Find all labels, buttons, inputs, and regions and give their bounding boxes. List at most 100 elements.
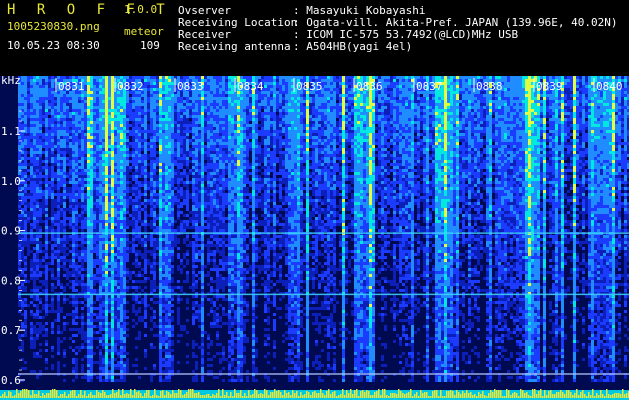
spectrogram-cell [69, 199, 72, 202]
spectrogram-cell [69, 100, 72, 103]
spectrogram-cell [48, 262, 51, 265]
spectrogram-cell [93, 79, 96, 82]
spectrogram-cell [105, 274, 108, 277]
spectrogram-cell [24, 235, 27, 238]
spectrogram-cell [111, 226, 114, 229]
spectrogram-cell [99, 163, 102, 166]
spectrogram-cell [81, 115, 84, 118]
spectrogram-cell [102, 187, 105, 190]
spectrogram-cell [60, 202, 63, 205]
spectrogram-cell [24, 157, 27, 160]
spectrogram-cell [75, 310, 78, 313]
spectrogram-cell [87, 298, 90, 301]
spectrogram-cell [78, 331, 81, 334]
spectrogram-cell [102, 121, 105, 124]
spectrogram-cell [36, 208, 39, 211]
spectrogram-cell [33, 79, 36, 82]
spectrogram-cell [48, 157, 51, 160]
spectrogram-cell [45, 163, 48, 166]
spectrogram-cell [69, 112, 72, 115]
spectrogram-cell [114, 304, 117, 307]
spectrogram-cell [90, 283, 93, 286]
spectrogram-cell [21, 148, 24, 151]
spectrogram-cell [51, 244, 54, 247]
spectrogram-cell [57, 280, 60, 283]
spectrogram-cell [96, 376, 99, 379]
spectrogram-cell [84, 166, 87, 169]
spectrogram-cell [51, 256, 54, 259]
info-row-receiver: Receiver: ICOM IC-575 53.7492(@LCD)MHz U… [178, 29, 518, 40]
spectrogram-cell [108, 118, 111, 121]
spectrogram-cell [24, 82, 27, 85]
spectrogram-cell [99, 154, 102, 157]
spectrogram-cell [72, 262, 75, 265]
spectrogram-cell [66, 190, 69, 193]
spectrogram-cell [51, 253, 54, 256]
spectrogram-cell [102, 142, 105, 145]
spectrogram-cell [99, 319, 102, 322]
spectrogram-cell [78, 205, 81, 208]
spectrogram-cell [72, 259, 75, 262]
spectrogram-cell [24, 190, 27, 193]
spectrogram-cell [72, 250, 75, 253]
spectrogram-cell [57, 262, 60, 265]
spectrogram-cell [75, 328, 78, 331]
spectrogram-cell [105, 151, 108, 154]
spectrogram-cell [96, 253, 99, 256]
spectrogram-cell [66, 133, 69, 136]
spectrogram-cell [75, 322, 78, 325]
spectrogram-cell [81, 205, 84, 208]
spectrogram-cell [18, 244, 21, 247]
spectrogram-cell [24, 298, 27, 301]
spectrogram-cell [102, 76, 105, 79]
spectrogram-cell [39, 160, 42, 163]
spectrogram-cell [48, 187, 51, 190]
spectrogram-cell [105, 118, 108, 121]
spectrogram-cell [57, 124, 60, 127]
spectrogram-cell [111, 205, 114, 208]
spectrogram-cell [57, 166, 60, 169]
spectrogram-cell [111, 220, 114, 223]
date-time: 10.05.23 08:30 [7, 40, 100, 51]
spectrogram-cell [108, 322, 111, 325]
spectrogram-cell [45, 79, 48, 82]
spectrogram-cell [33, 289, 36, 292]
spectrogram-cell [111, 148, 114, 151]
spectrogram-cell [111, 277, 114, 280]
spectrogram-cell [24, 367, 27, 370]
spectrogram-cell [24, 115, 27, 118]
spectrogram-cell [87, 109, 90, 112]
spectrogram-cell [81, 118, 84, 121]
spectrogram-cell [42, 109, 45, 112]
spectrogram-cell [105, 295, 108, 298]
spectrogram-cell [54, 178, 57, 181]
spectrogram-cell [75, 304, 78, 307]
spectrogram-cell [54, 103, 57, 106]
spectrogram-cell [78, 274, 81, 277]
spectrogram-cell [24, 277, 27, 280]
spectrogram-cell [54, 109, 57, 112]
spectrogram-cell [18, 112, 21, 115]
spectrogram-cell [90, 379, 93, 382]
spectrogram-cell [105, 349, 108, 352]
spectrogram-cell [27, 202, 30, 205]
spectrogram-cell [36, 241, 39, 244]
spectrogram-cell [96, 268, 99, 271]
spectrogram-cell [72, 208, 75, 211]
spectrogram-cell [39, 280, 42, 283]
spectrogram-cell [30, 346, 33, 349]
spectrogram-cell [33, 199, 36, 202]
spectrogram-cell [57, 319, 60, 322]
spectrogram-cell [90, 169, 93, 172]
spectrogram-cell [63, 337, 66, 340]
spectrogram-cell [57, 301, 60, 304]
spectrogram-cell [57, 136, 60, 139]
spectrogram-cell [90, 295, 93, 298]
spectrogram-cell [111, 364, 114, 367]
spectrogram-cell [90, 190, 93, 193]
spectrogram-cell [102, 208, 105, 211]
spectrogram-cell [36, 148, 39, 151]
spectrogram-cell [108, 331, 111, 334]
spectrogram-cell [51, 157, 54, 160]
spectrogram-cell [90, 133, 93, 136]
